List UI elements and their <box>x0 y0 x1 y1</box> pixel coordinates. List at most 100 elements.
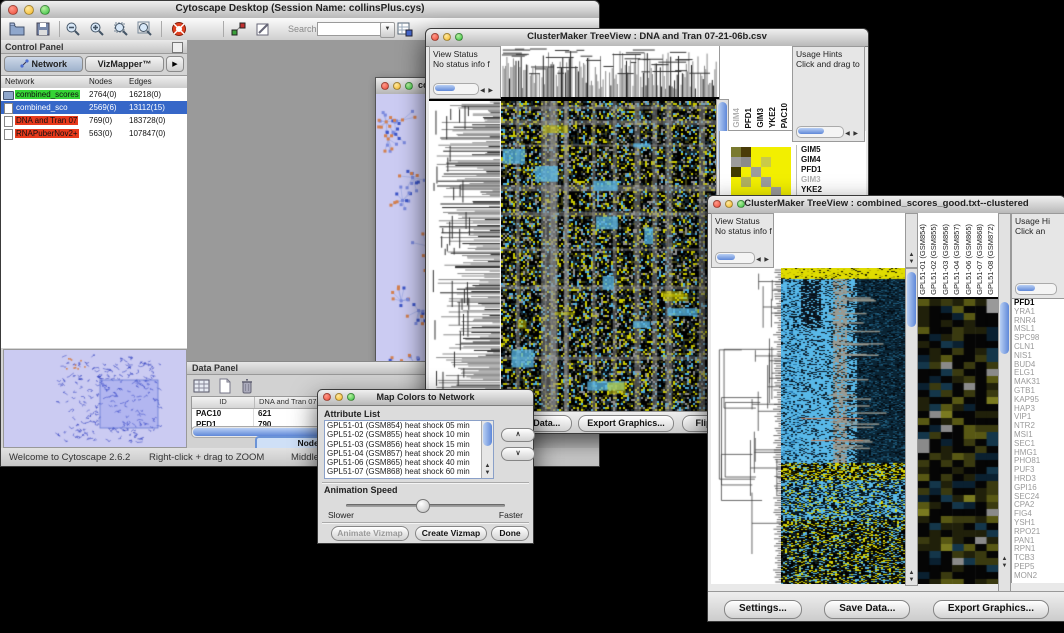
zoom-in-icon[interactable] <box>89 21 105 37</box>
zoom-fit-icon[interactable] <box>137 21 153 37</box>
matrix-cell <box>741 147 751 157</box>
column-label: GPL51-02 (GSM855) <box>929 224 940 295</box>
table-icon[interactable] <box>193 378 210 394</box>
zoom-selected-icon[interactable] <box>113 21 129 37</box>
network-row[interactable]: combined_scores2764(0)16218(0) <box>1 88 187 101</box>
attribute-item[interactable]: GPL51-03 (GSM856) heat shock 15 min <box>325 440 493 449</box>
column-label: GPL51-06 (GSM865) <box>964 224 975 295</box>
tab-network[interactable]: Network <box>4 56 83 72</box>
zoom-button[interactable] <box>405 82 413 90</box>
annotation-icon[interactable] <box>255 21 271 37</box>
view-status-scrollbar[interactable]: ◀ ▶ <box>433 83 479 95</box>
treeview2-row-dendrogram[interactable] <box>711 268 781 584</box>
window-title: Cytoscape Desktop (Session Name: collins… <box>1 3 599 14</box>
trash-icon[interactable] <box>240 378 254 394</box>
attribute-item[interactable]: GPL51-04 (GSM857) heat shock 20 min <box>325 449 493 458</box>
search-input[interactable] <box>317 22 383 36</box>
help-lifering-icon[interactable] <box>171 21 187 37</box>
move-up-button[interactable]: ∧ <box>501 428 535 442</box>
matrix-cell <box>761 147 771 157</box>
view-status-scrollbar[interactable]: ◀ ▶ <box>715 252 755 264</box>
search-dropdown-button[interactable]: ▼ <box>380 22 395 38</box>
attribute-item[interactable]: GPL51-01 (GSM854) heat shock 05 min <box>325 421 493 430</box>
treeview1-heatmap[interactable] <box>501 99 716 412</box>
treeview2-view-status: View Status No status info f ◀ ▶ <box>711 213 774 268</box>
column-label: GPL51-07 (GSM868) <box>975 224 986 295</box>
network-edges: 107847(0) <box>129 129 165 138</box>
slider-thumb[interactable] <box>416 499 430 513</box>
minimize-button[interactable] <box>393 82 401 90</box>
open-file-icon[interactable] <box>9 21 25 37</box>
matrix-cell <box>771 147 781 157</box>
attribute-list[interactable]: GPL51-01 (GSM854) heat shock 05 minGPL51… <box>324 420 494 479</box>
settings-button[interactable]: Settings... <box>724 600 802 619</box>
animation-speed-slider[interactable] <box>346 504 505 507</box>
animate-vizmap-button[interactable]: Animate Vizmap <box>331 526 409 541</box>
dialog-titlebar[interactable]: Map Colors to Network <box>318 390 533 406</box>
tab-overflow-button[interactable]: ▶ <box>166 56 184 72</box>
usage-hints-line1: Usage Hints <box>796 49 864 59</box>
matrix-cell <box>761 177 771 187</box>
matrix-cell <box>731 157 741 167</box>
network-row[interactable]: combined_sco2569(6)13112(15) <box>1 101 187 114</box>
tab-vizmapper[interactable]: VizMapper™ <box>85 56 164 72</box>
network-name: combined_sco <box>15 103 87 112</box>
zoom-out-icon[interactable] <box>65 21 81 37</box>
tab-network-label: Network <box>32 59 68 69</box>
treeview2-heatmap-vscrollbar[interactable]: ▲▼ <box>905 268 918 586</box>
attribute-list-scrollbar[interactable]: ▲▼ <box>481 421 493 478</box>
col-id[interactable]: ID <box>192 397 255 408</box>
network-table-rows: combined_scores2764(0)16218(0)combined_s… <box>1 88 187 348</box>
treeview2-gene-list: PFD1YRA1RNR4MSL1SPC98CLN1NIS1BUD4ELG1MAK… <box>1011 299 1064 583</box>
close-button[interactable] <box>381 82 389 90</box>
treeview1-titlebar[interactable]: ClusterMaker TreeView : DNA and Tran 07-… <box>426 29 868 47</box>
matrix-cell <box>781 167 791 177</box>
save-data-button[interactable]: Save Data... <box>824 600 910 619</box>
treeview2-heatmap[interactable] <box>781 268 905 584</box>
col-network[interactable]: Network <box>5 77 34 86</box>
network-overview-canvas[interactable] <box>3 349 187 448</box>
attribute-item[interactable]: GPL51-06 (GSM865) heat shock 40 min <box>325 458 493 467</box>
matrix-cell <box>741 167 751 177</box>
treeview1-column-dendrogram[interactable] <box>501 46 719 99</box>
network-name-label: DNA and Tran 07 <box>15 116 78 125</box>
treeview2-titlebar[interactable]: ClusterMaker TreeView : combined_scores_… <box>708 196 1064 214</box>
col-edges[interactable]: Edges <box>129 77 152 86</box>
control-panel: Control Panel Network VizMapper™ ▶ Netwo… <box>1 40 188 448</box>
row-label: PFD1 <box>801 165 826 175</box>
map-colors-dialog: Map Colors to Network Attribute List GPL… <box>317 389 534 544</box>
treeview2-header-scroll-gutter[interactable]: ▲▼ <box>905 213 918 268</box>
control-panel-tabs: Network VizMapper™ ▶ <box>3 55 185 73</box>
doc-icon <box>4 103 13 114</box>
usage-hints-scrollbar[interactable]: ◀ ▶ <box>796 126 844 138</box>
network-name: combined_scores <box>15 90 87 99</box>
network-row[interactable]: RNAPuberNov2+563(0)107847(0) <box>1 127 187 140</box>
float-panel-icon[interactable] <box>172 42 183 53</box>
treeview2-column-dendrogram-area[interactable] <box>774 213 905 270</box>
export-graphics-button[interactable]: Export Graphics... <box>578 415 674 432</box>
move-down-button[interactable]: ∨ <box>501 447 535 461</box>
network-edges: 183728(0) <box>129 116 165 125</box>
column-label: GPL51-03 (GSM856) <box>941 224 952 295</box>
matrix-cell <box>761 167 771 177</box>
matrix-cell <box>771 157 781 167</box>
create-vizmap-button[interactable]: Create Vizmap <box>415 526 487 541</box>
network-row[interactable]: DNA and Tran 07769(0)183728(0) <box>1 114 187 127</box>
network-name-label: RNAPuberNov2+ <box>15 129 79 138</box>
table-badge-icon[interactable] <box>397 21 413 37</box>
export-graphics-button[interactable]: Export Graphics... <box>933 600 1049 619</box>
cytoscape-titlebar[interactable]: Cytoscape Desktop (Session Name: collins… <box>1 1 599 19</box>
attribute-item[interactable]: GPL51-07 (GSM868) heat shock 60 min <box>325 467 493 476</box>
vizmap-nodes-icon[interactable] <box>231 21 247 37</box>
column-label: YKE2 <box>768 107 780 128</box>
treeview1-row-dendrogram[interactable] <box>429 99 501 412</box>
done-button[interactable]: Done <box>491 526 529 541</box>
usage-hints-scrollbar[interactable] <box>1015 283 1057 295</box>
row-label: GIM4 <box>801 155 826 165</box>
treeview2-gene-vscrollbar[interactable]: ▲▼ <box>998 213 1011 603</box>
attribute-item[interactable]: GPL51-02 (GSM855) heat shock 10 min <box>325 430 493 439</box>
new-document-icon[interactable] <box>218 378 232 394</box>
col-nodes[interactable]: Nodes <box>89 77 112 86</box>
save-icon[interactable] <box>35 21 51 37</box>
treeview2-zoom-heatmap[interactable] <box>918 299 998 584</box>
